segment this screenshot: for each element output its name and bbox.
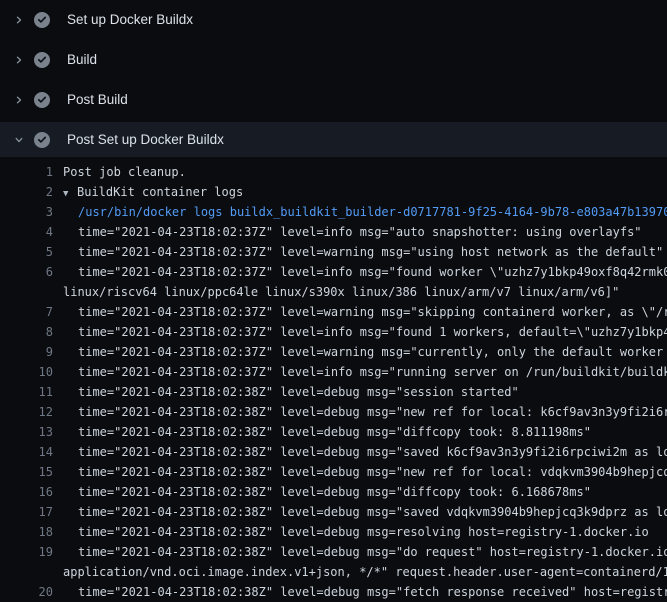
group-collapse-icon: ▼ bbox=[63, 184, 77, 204]
log-area: 1Post job cleanup.2▼BuildKit container l… bbox=[0, 160, 667, 602]
line-number bbox=[0, 282, 53, 302]
log-text: time="2021-04-23T18:02:38Z" level=debug … bbox=[53, 482, 591, 502]
chevron-right-icon bbox=[11, 12, 27, 28]
log-text: time="2021-04-23T18:02:38Z" level=debug … bbox=[53, 502, 667, 522]
log-text: time="2021-04-23T18:02:38Z" level=debug … bbox=[53, 542, 667, 562]
log-line: 12time="2021-04-23T18:02:38Z" level=debu… bbox=[0, 402, 667, 422]
log-line: 9time="2021-04-23T18:02:37Z" level=warni… bbox=[0, 342, 667, 362]
log-text: time="2021-04-23T18:02:38Z" level=debug … bbox=[53, 402, 667, 422]
check-circle-icon bbox=[34, 52, 50, 68]
chevron-right-icon bbox=[11, 92, 27, 108]
chevron-right-icon bbox=[11, 52, 27, 68]
line-number[interactable]: 20 bbox=[0, 582, 53, 602]
line-number[interactable]: 7 bbox=[0, 302, 53, 322]
log-text: time="2021-04-23T18:02:37Z" level=info m… bbox=[53, 222, 642, 242]
line-number[interactable]: 6 bbox=[0, 262, 53, 282]
line-number[interactable]: 8 bbox=[0, 322, 53, 342]
command-text[interactable]: /usr/bin/docker logs buildx_buildkit_bui… bbox=[53, 202, 667, 222]
log-text: time="2021-04-23T18:02:38Z" level=debug … bbox=[53, 442, 667, 462]
step-list: Set up Docker Buildx Build Post Build Post … bbox=[0, 0, 667, 160]
line-number[interactable]: 16 bbox=[0, 482, 53, 502]
log-text: time="2021-04-23T18:02:37Z" level=warnin… bbox=[53, 302, 667, 322]
line-number[interactable]: 9 bbox=[0, 342, 53, 362]
chevron-down-icon bbox=[11, 132, 27, 148]
step-title: Build bbox=[67, 50, 97, 70]
step-title: Set up Docker Buildx bbox=[67, 10, 193, 30]
log-text: linux/riscv64 linux/ppc64le linux/s390x … bbox=[53, 282, 619, 302]
log-line: 10time="2021-04-23T18:02:37Z" level=info… bbox=[0, 362, 667, 382]
log-line: 14time="2021-04-23T18:02:38Z" level=debu… bbox=[0, 442, 667, 462]
line-number[interactable]: 5 bbox=[0, 242, 53, 262]
step-row-build[interactable]: Build bbox=[0, 40, 667, 80]
line-number[interactable]: 13 bbox=[0, 422, 53, 442]
step-title: Post Set up Docker Buildx bbox=[67, 130, 224, 150]
log-line-wrap: application/vnd.oci.image.index.v1+json,… bbox=[0, 562, 667, 582]
line-number[interactable]: 17 bbox=[0, 502, 53, 522]
log-text: time="2021-04-23T18:02:37Z" level=info m… bbox=[53, 262, 667, 282]
log-group-label: BuildKit container logs bbox=[77, 185, 243, 199]
log-text: time="2021-04-23T18:02:37Z" level=warnin… bbox=[53, 342, 667, 362]
line-number bbox=[0, 562, 53, 582]
line-number[interactable]: 12 bbox=[0, 402, 53, 422]
log-line: 15time="2021-04-23T18:02:38Z" level=debu… bbox=[0, 462, 667, 482]
log-text: time="2021-04-23T18:02:37Z" level=info m… bbox=[53, 322, 667, 342]
step-row-post-build[interactable]: Post Build bbox=[0, 80, 667, 120]
step-row-post-set-up-docker-buildx[interactable]: Post Set up Docker Buildx bbox=[0, 120, 667, 160]
step-row-set-up-docker-buildx[interactable]: Set up Docker Buildx bbox=[0, 0, 667, 40]
log-line: 8time="2021-04-23T18:02:37Z" level=info … bbox=[0, 322, 667, 342]
log-line: 4time="2021-04-23T18:02:37Z" level=info … bbox=[0, 222, 667, 242]
log-line: 7time="2021-04-23T18:02:37Z" level=warni… bbox=[0, 302, 667, 322]
log-text: time="2021-04-23T18:02:37Z" level=info m… bbox=[53, 362, 667, 382]
line-number[interactable]: 1 bbox=[0, 162, 53, 182]
log-line: 1Post job cleanup. bbox=[0, 162, 667, 182]
log-line: 13time="2021-04-23T18:02:38Z" level=debu… bbox=[0, 422, 667, 442]
log-line-wrap: linux/riscv64 linux/ppc64le linux/s390x … bbox=[0, 282, 667, 302]
log-text: Post job cleanup. bbox=[53, 162, 186, 182]
log-line: 18time="2021-04-23T18:02:38Z" level=debu… bbox=[0, 522, 667, 542]
log-text: time="2021-04-23T18:02:38Z" level=debug … bbox=[53, 382, 519, 402]
log-text: application/vnd.oci.image.index.v1+json,… bbox=[53, 562, 667, 582]
log-text: time="2021-04-23T18:02:38Z" level=debug … bbox=[53, 422, 591, 442]
line-number[interactable]: 19 bbox=[0, 542, 53, 562]
line-number[interactable]: 15 bbox=[0, 462, 53, 482]
log-line: 6time="2021-04-23T18:02:37Z" level=info … bbox=[0, 262, 667, 282]
line-number[interactable]: 10 bbox=[0, 362, 53, 382]
log-line: 16time="2021-04-23T18:02:38Z" level=debu… bbox=[0, 482, 667, 502]
log-line: 19time="2021-04-23T18:02:38Z" level=debu… bbox=[0, 542, 667, 562]
line-number[interactable]: 4 bbox=[0, 222, 53, 242]
log-text: time="2021-04-23T18:02:38Z" level=debug … bbox=[53, 522, 649, 542]
log-line: 2▼BuildKit container logs bbox=[0, 182, 667, 202]
line-number[interactable]: 14 bbox=[0, 442, 53, 462]
log-group-toggle[interactable]: ▼BuildKit container logs bbox=[53, 182, 243, 202]
log-line: 11time="2021-04-23T18:02:38Z" level=debu… bbox=[0, 382, 667, 402]
check-circle-icon bbox=[34, 92, 50, 108]
line-number[interactable]: 3 bbox=[0, 202, 53, 222]
check-circle-icon bbox=[34, 132, 50, 148]
line-number[interactable]: 2 bbox=[0, 182, 53, 202]
log-text: time="2021-04-23T18:02:38Z" level=debug … bbox=[53, 462, 667, 482]
log-text: time="2021-04-23T18:02:38Z" level=debug … bbox=[53, 582, 667, 602]
log-line: 3/usr/bin/docker logs buildx_buildkit_bu… bbox=[0, 202, 667, 222]
line-number[interactable]: 18 bbox=[0, 522, 53, 542]
step-title: Post Build bbox=[67, 90, 128, 110]
log-text: time="2021-04-23T18:02:37Z" level=warnin… bbox=[53, 242, 663, 262]
check-circle-icon bbox=[34, 12, 50, 28]
log-line: 20time="2021-04-23T18:02:38Z" level=debu… bbox=[0, 582, 667, 602]
log-line: 5time="2021-04-23T18:02:37Z" level=warni… bbox=[0, 242, 667, 262]
line-number[interactable]: 11 bbox=[0, 382, 53, 402]
log-line: 17time="2021-04-23T18:02:38Z" level=debu… bbox=[0, 502, 667, 522]
